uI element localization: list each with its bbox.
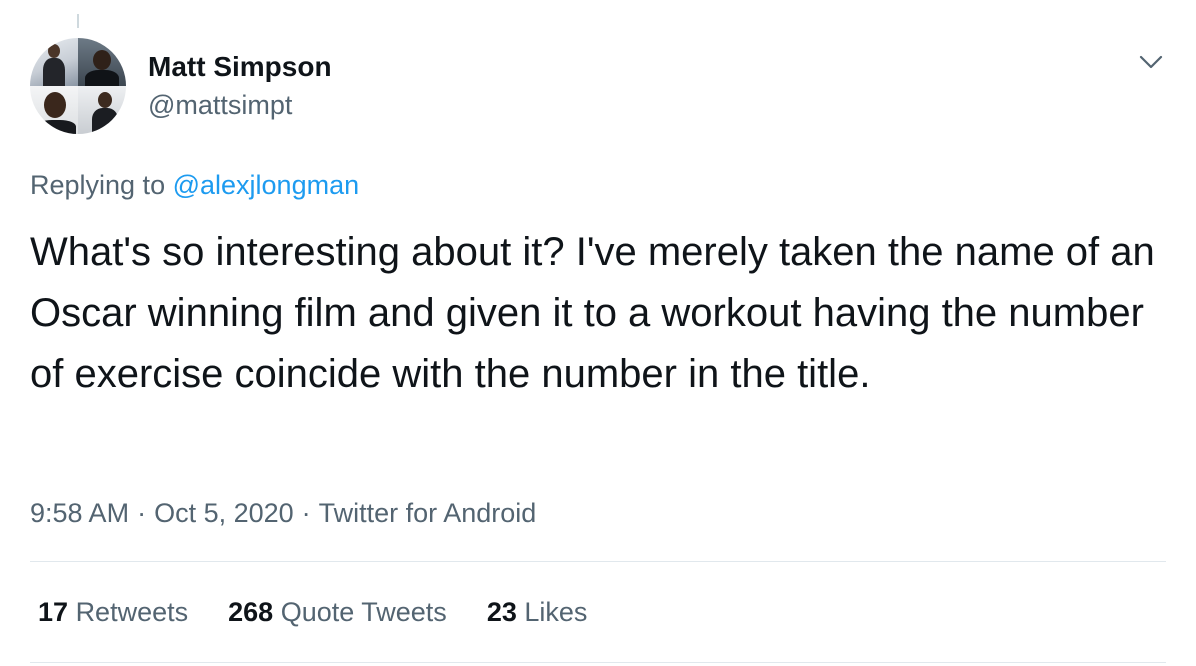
meta-separator: ·: [301, 498, 311, 528]
replying-to: Replying to @alexjlongman: [30, 168, 359, 202]
likes-stat[interactable]: 23 Likes: [487, 595, 588, 629]
divider: [30, 662, 1166, 663]
quote-tweets-label: Quote Tweets: [280, 597, 447, 627]
avatar[interactable]: [30, 38, 126, 134]
thread-line: [77, 14, 79, 28]
likes-label: Likes: [524, 597, 588, 627]
quote-tweets-count: 268: [228, 597, 274, 627]
author-handle[interactable]: @mattsimpt: [148, 88, 292, 122]
replying-to-label: Replying to: [30, 170, 173, 200]
meta-separator: ·: [137, 498, 147, 528]
engagement-stats: 17 Retweets 268 Quote Tweets 23 Likes: [38, 595, 587, 629]
avatar-photo-1: [30, 38, 78, 86]
chevron-down-icon[interactable]: [1138, 52, 1164, 72]
quote-tweets-stat[interactable]: 268 Quote Tweets: [228, 595, 447, 629]
tweet-text: What's so interesting about it? I've mer…: [30, 230, 1155, 396]
tweet-meta: 9:58 AM · Oct 5, 2020 · Twitter for Android: [30, 496, 536, 530]
divider: [30, 561, 1166, 562]
tweet-date[interactable]: Oct 5, 2020: [154, 498, 294, 528]
reply-mention-link[interactable]: @alexjlongman: [173, 170, 360, 200]
retweets-stat[interactable]: 17 Retweets: [38, 595, 188, 629]
tweet-source[interactable]: Twitter for Android: [319, 498, 537, 528]
avatar-photo-4: [78, 86, 126, 134]
retweets-count: 17: [38, 597, 69, 627]
tweet-time[interactable]: 9:58 AM: [30, 498, 129, 528]
author-display-name[interactable]: Matt Simpson: [148, 50, 332, 84]
retweets-label: Retweets: [75, 597, 189, 627]
avatar-photo-3: [30, 86, 78, 134]
avatar-photo-2: [78, 38, 126, 86]
likes-count: 23: [486, 597, 517, 627]
tweet-card: Matt Simpson @mattsimpt Replying to @ale…: [0, 0, 1196, 666]
